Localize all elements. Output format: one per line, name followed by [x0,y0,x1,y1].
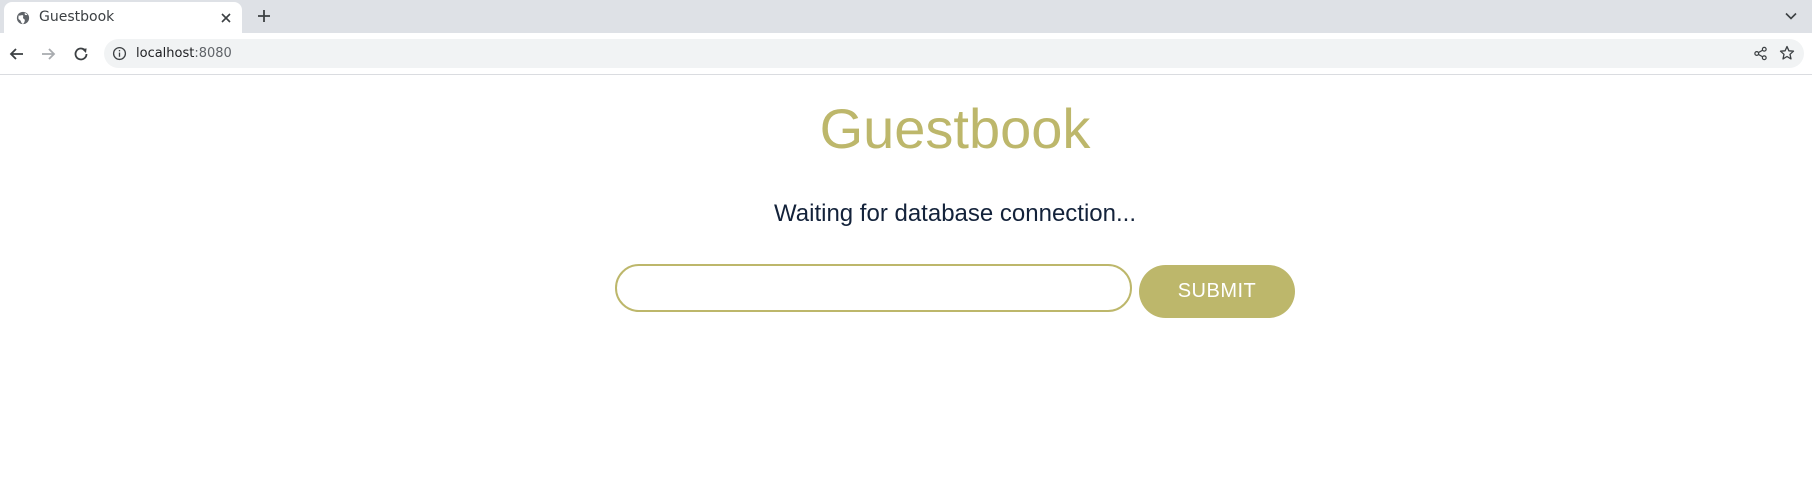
star-icon[interactable] [1779,45,1795,61]
guestbook-entry-input[interactable] [615,264,1132,312]
submit-button[interactable]: SUBMIT [1139,265,1295,318]
globe-icon [16,11,30,25]
forward-button[interactable] [39,45,57,63]
page-content: Guestbook Waiting for database connectio… [0,75,1812,478]
share-icon[interactable] [1753,46,1768,61]
close-icon[interactable] [218,10,234,26]
page-title: Guestbook [819,97,1091,160]
url-text: localhost:8080 [136,46,232,61]
back-button[interactable] [8,45,26,63]
reload-button[interactable] [72,45,90,63]
url-host: localhost [136,46,195,61]
chevron-down-icon[interactable] [1784,9,1798,23]
status-message: Waiting for database connection... [774,200,1136,227]
tab-strip: Guestbook [0,0,1812,33]
tab-title: Guestbook [39,9,115,25]
browser-tab[interactable]: Guestbook [4,2,242,33]
address-bar[interactable]: localhost:8080 [104,39,1804,68]
browser-toolbar: localhost:8080 [0,33,1812,75]
new-tab-button[interactable] [256,8,272,24]
url-port: :8080 [194,46,232,61]
info-icon[interactable] [112,46,127,61]
